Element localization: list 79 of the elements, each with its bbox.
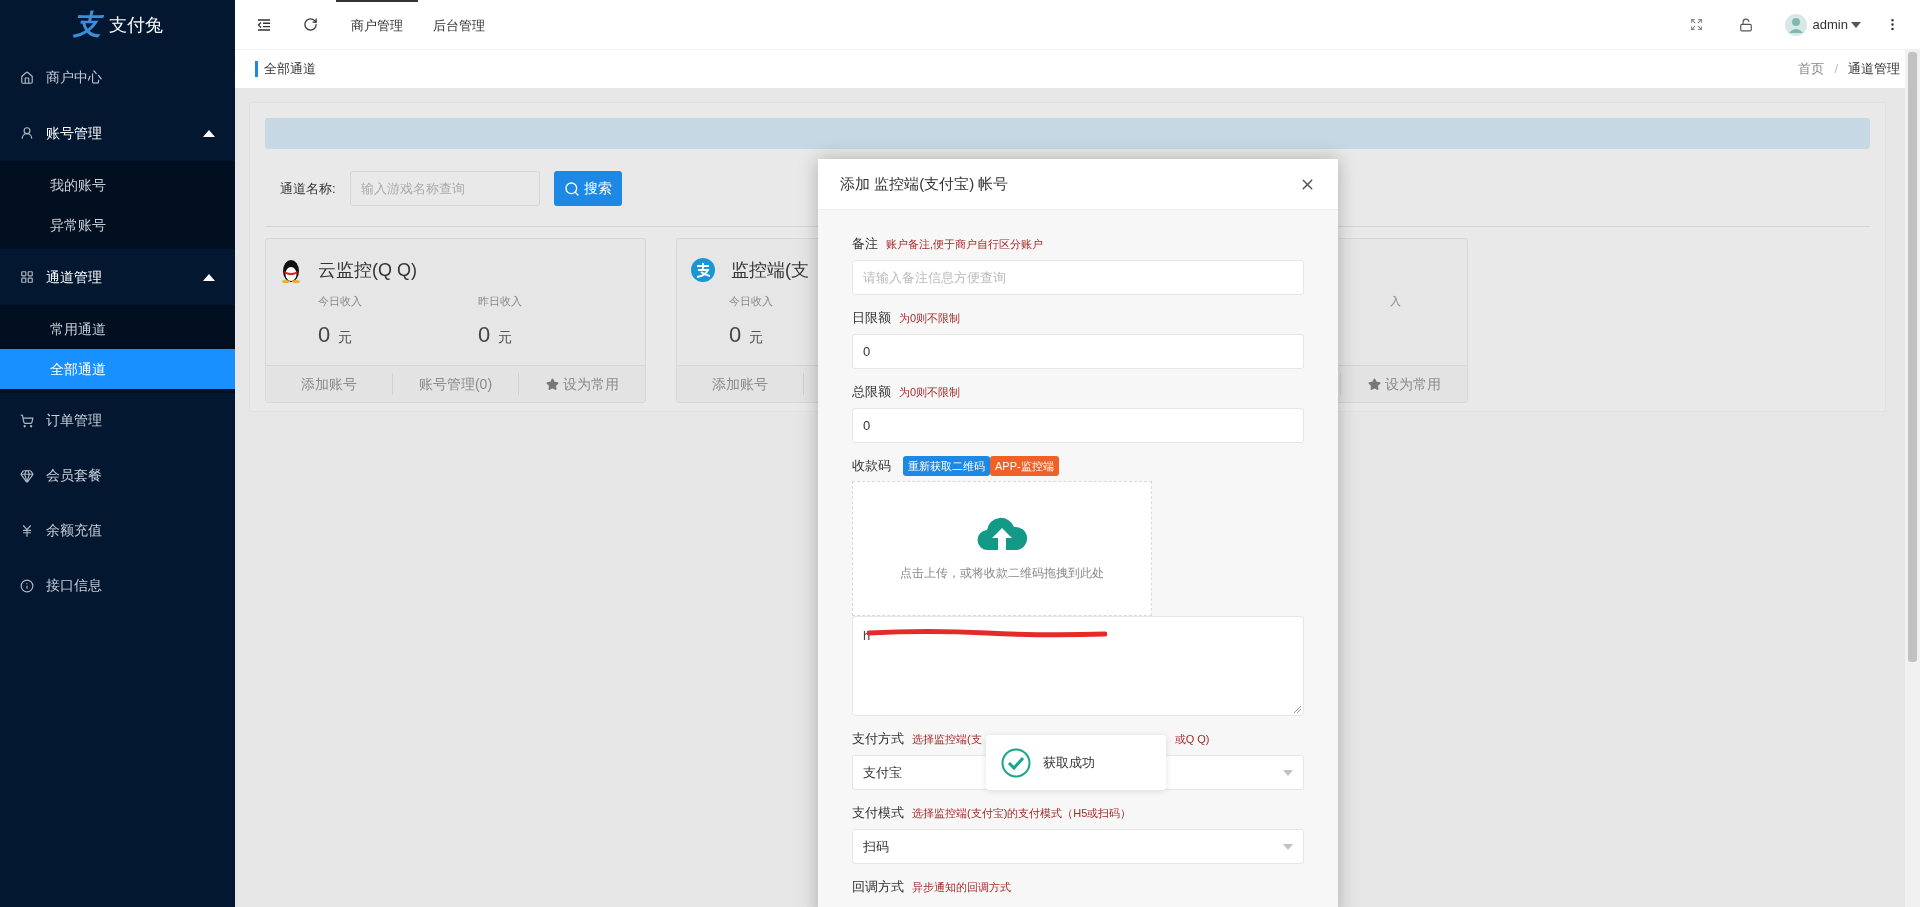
refresh-icon[interactable]: [303, 17, 318, 32]
caret-down-icon: [1283, 769, 1293, 776]
breadcrumb-link[interactable]: 首页: [1798, 59, 1825, 79]
sidebar-item[interactable]: 会员套餐: [0, 448, 235, 503]
field-hint: 选择监控端(支付宝)的支付模式（H5或扫码）: [912, 805, 1132, 821]
upload-hint: 点击上传，或将收款二维码拖拽到此处: [900, 564, 1104, 582]
breadcrumb-link[interactable]: 通道管理: [1848, 59, 1900, 79]
unit-text: 元: [498, 327, 513, 347]
text-input-field[interactable]: 请输入备注信息方便查询: [852, 260, 1304, 295]
field-hint: 为0则不限制: [899, 310, 961, 326]
field-hint: 账户备注,便于商户自行区分账户: [886, 236, 1044, 252]
star-icon: [1367, 377, 1381, 391]
user-name[interactable]: admin: [1812, 14, 1848, 35]
unit-text: 元: [749, 327, 764, 347]
caret-up-icon: [203, 129, 215, 137]
resize-grip-icon[interactable]: [1293, 705, 1301, 713]
stat-value: 0: [318, 320, 331, 349]
yen-icon: [20, 523, 34, 538]
sidebar-group[interactable]: 通道管理: [0, 249, 235, 305]
cloud-upload-icon: [976, 515, 1028, 552]
field-label: 支付模式: [852, 804, 904, 823]
cart-icon: [20, 413, 34, 428]
user-icon: [20, 126, 34, 140]
caret-up-icon: [203, 273, 215, 281]
stat-label: 入: [1390, 294, 1401, 309]
stat-value: 0: [729, 320, 742, 349]
sidebar-group[interactable]: 账号管理: [0, 105, 235, 161]
modal-title: 添加 监控端(支付宝) 帐号: [840, 173, 1009, 194]
diamond-icon: [20, 468, 34, 483]
unit-text: 元: [338, 327, 353, 347]
field-hint: 选择监控端(支: [912, 731, 982, 747]
grid-icon: [20, 270, 34, 284]
search-label: 通道名称:: [280, 179, 336, 198]
scrollbar[interactable]: [1905, 50, 1920, 907]
page-title: 全部通道: [255, 61, 316, 77]
breadcrumb-separator: /: [1834, 60, 1838, 79]
text-input-field[interactable]: 0: [852, 334, 1304, 369]
sidebar-item[interactable]: 订单管理: [0, 393, 235, 448]
field-label: 总限额: [852, 383, 891, 402]
lock-icon[interactable]: [1738, 17, 1753, 32]
field-hint: 或Q Q): [1174, 731, 1210, 747]
stat-label: 昨日收入: [478, 294, 522, 309]
text-input-field[interactable]: 0: [852, 408, 1304, 443]
field-hint: 异步通知的回调方式: [912, 879, 1011, 895]
select-field[interactable]: 扫码: [852, 829, 1304, 864]
collapse-menu-icon[interactable]: [257, 18, 271, 31]
pay-logo-icon: [691, 258, 715, 282]
stat-label: 今日收入: [318, 294, 363, 309]
upload-dropzone[interactable]: 点击上传，或将收款二维码拖拽到此处: [852, 481, 1152, 616]
card-title: 云监控(Q Q): [318, 258, 417, 282]
sidebar-item[interactable]: 余额充值: [0, 503, 235, 558]
sidebar-subitem[interactable]: 常用通道: [0, 309, 235, 349]
caret-down-icon: [1283, 843, 1293, 850]
check-circle-icon: [1001, 747, 1031, 778]
sidebar-subitem[interactable]: 我的账号: [0, 165, 235, 205]
field-label: 备注: [852, 235, 878, 254]
logo-text: 支付兔: [108, 13, 163, 37]
sidebar-item[interactable]: 商户中心: [0, 50, 235, 105]
tag-button[interactable]: 重新获取二维码: [903, 455, 990, 477]
caret-down-icon: [1851, 21, 1861, 28]
sidebar-item[interactable]: 接口信息: [0, 558, 235, 613]
penguin-icon: [280, 257, 302, 283]
stat-label: 今日收入: [729, 294, 774, 309]
search-button[interactable]: 搜索: [553, 171, 622, 206]
info-icon: [20, 578, 34, 593]
field-label: 支付方式: [852, 730, 904, 749]
top-nav-tab[interactable]: 后台管理: [418, 0, 500, 49]
field-label: 日限额: [852, 309, 891, 328]
field-hint: 为0则不限制: [899, 384, 961, 400]
field-label: 回调方式: [852, 878, 904, 897]
star-icon: [545, 377, 559, 391]
fullscreen-icon[interactable]: [1689, 18, 1703, 31]
home-icon: [20, 70, 34, 85]
toast-message: 获取成功: [1043, 753, 1095, 772]
card-title: 监控端(支: [731, 258, 809, 282]
search-icon: [563, 180, 580, 197]
field-label: 收款码: [852, 457, 891, 476]
sidebar-subitem[interactable]: 异常账号: [0, 205, 235, 245]
stat-value: 0: [478, 320, 491, 349]
